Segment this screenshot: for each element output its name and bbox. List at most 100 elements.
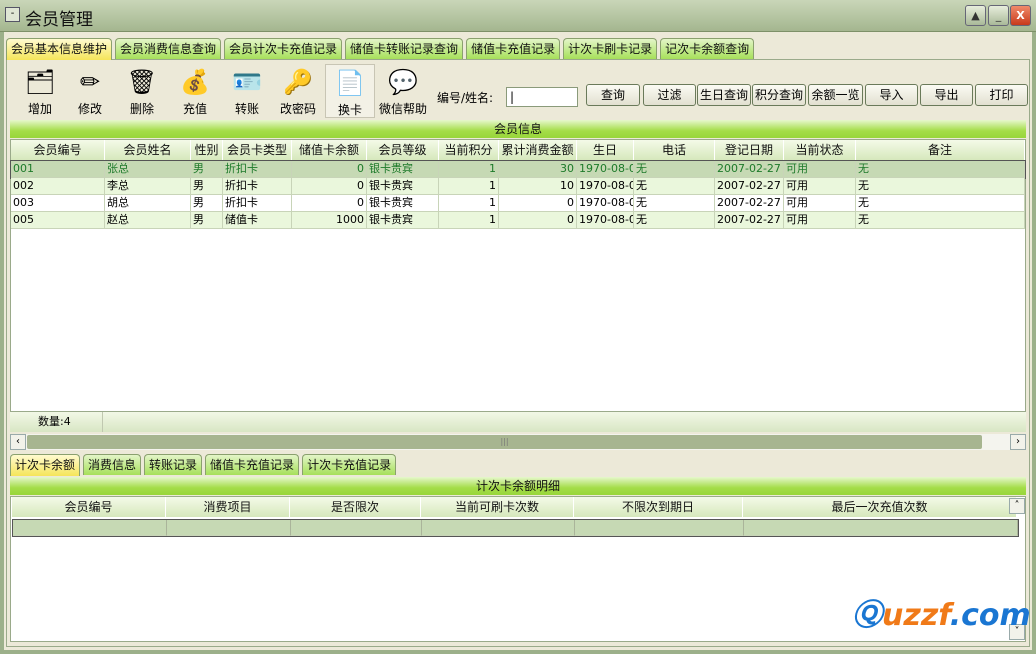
column-header[interactable]: 生日: [577, 140, 634, 160]
table-cell: 2007-02-27: [715, 178, 784, 195]
table-cell: 银卡贵宾: [367, 178, 439, 195]
column-header[interactable]: 会员卡类型: [223, 140, 292, 160]
scroll-thumb[interactable]: |||: [27, 435, 982, 449]
tab-transfer-query[interactable]: 储值卡转账记录查询: [345, 38, 464, 59]
toolbar-label: 微信帮助: [378, 102, 427, 116]
scroll-left-icon[interactable]: ‹: [10, 434, 26, 450]
table-cell: 1970-08-0: [577, 161, 634, 178]
edit-icon: ✏: [79, 68, 101, 96]
toolbar-button-5[interactable]: 🔑 改密码: [273, 64, 323, 118]
tab-stored-card-recharge[interactable]: 储值卡充值记录: [205, 454, 300, 475]
table-cell: 2007-02-27: [715, 212, 784, 229]
table-cell: 无: [634, 195, 715, 212]
export-button[interactable]: 导出: [920, 84, 973, 106]
print-button[interactable]: 打印: [975, 84, 1028, 106]
table-cell: 银卡贵宾: [367, 161, 439, 178]
close-button[interactable]: X: [1010, 5, 1031, 26]
table-cell: 0: [499, 212, 577, 229]
birthday-query-button[interactable]: 生日查询: [697, 84, 751, 106]
toolbar-button-4[interactable]: 🪪 转账: [222, 64, 272, 118]
column-header[interactable]: 当前状态: [784, 140, 856, 160]
column-header[interactable]: 会员编号: [12, 497, 166, 517]
toolbar-label: 修改: [77, 102, 102, 116]
document-icon: 📄: [335, 69, 365, 97]
toolbar-button-6[interactable]: 📄 换卡: [325, 64, 375, 118]
table-row[interactable]: 003 胡总男折扣卡 0 银卡贵宾 1 0 1970-08-0 无 2007-02-27 可用无: [11, 195, 1025, 212]
scroll-right-icon[interactable]: ›: [1010, 434, 1026, 450]
column-header[interactable]: 会员姓名: [105, 140, 191, 160]
table-cell: 001: [11, 161, 105, 178]
table-cell: 002: [11, 178, 105, 195]
column-header[interactable]: 性别: [191, 140, 223, 160]
table-cell: [291, 520, 422, 536]
watermark-logo: Ⓠuzzf.com: [852, 598, 1031, 633]
table-cell: 1000: [292, 212, 367, 229]
minimize-button[interactable]: _: [988, 5, 1009, 26]
table-cell: [167, 520, 291, 536]
tab-consume-info[interactable]: 消费信息: [83, 454, 142, 475]
toolbar-label: 充值: [182, 102, 207, 116]
import-button[interactable]: 导入: [865, 84, 918, 106]
column-header[interactable]: 会员编号: [11, 140, 105, 160]
tab-member-info[interactable]: 会员基本信息维护: [6, 38, 113, 60]
tab-count-card-swipe[interactable]: 计次卡刷卡记录: [563, 38, 658, 59]
column-header[interactable]: 不限次到期日: [574, 497, 743, 517]
toolbar-button-2[interactable]: 🗑 删除: [117, 64, 167, 118]
table-cell: 赵总: [105, 212, 191, 229]
members-table: 会员编号 会员姓名 性别 会员卡类型 储值卡余额 会员等级 当前积分 累计消费金额 生日 电话 登记…: [10, 139, 1026, 412]
table-cell: 无: [856, 178, 1025, 195]
toolbar-button-3[interactable]: 💰 充值: [170, 64, 220, 118]
balance-section-title: 计次卡余额明细: [10, 477, 1026, 495]
column-header[interactable]: 是否限次: [290, 497, 421, 517]
table-cell: 1: [439, 195, 499, 212]
table-row[interactable]: 005 赵总男储值卡 1000 银卡贵宾 1 0 1970-08-0 无 2007-02-27 可…: [11, 212, 1025, 229]
table-cell: 李总: [105, 178, 191, 195]
search-input[interactable]: |: [506, 87, 578, 107]
table-cell: [422, 520, 575, 536]
scroll-up-icon[interactable]: ˄: [1009, 498, 1025, 514]
tab-consume-query[interactable]: 会员消费信息查询: [115, 38, 222, 59]
column-header[interactable]: 消费项目: [166, 497, 290, 517]
column-header[interactable]: 备注: [856, 140, 1025, 160]
restore-button[interactable]: ▲: [965, 5, 986, 26]
table-cell: 无: [856, 161, 1025, 178]
tab-stored-recharge[interactable]: 储值卡充值记录: [466, 38, 561, 59]
table-cell: 无: [634, 212, 715, 229]
column-header[interactable]: 电话: [634, 140, 715, 160]
toolbar-button-7[interactable]: 💬 微信帮助: [378, 64, 428, 118]
filter-button[interactable]: 过滤: [643, 84, 696, 106]
column-header[interactable]: 会员等级: [367, 140, 439, 160]
toolbar-label: 改密码: [279, 102, 316, 116]
balance-overview-button[interactable]: 余额一览: [808, 84, 863, 106]
system-menu-icon[interactable]: -: [5, 7, 20, 22]
column-header[interactable]: 当前积分: [439, 140, 499, 160]
table-cell: 1970-08-0: [577, 212, 634, 229]
table-row[interactable]: 002 李总男折扣卡 0 银卡贵宾 1 10 1970-08-0 无 2007-02-27 可用无: [11, 178, 1025, 195]
table-cell: [744, 520, 1018, 536]
table-cell: 男: [191, 212, 223, 229]
table-cell: [13, 520, 167, 536]
tab-count-balance[interactable]: 记次卡余额查询: [660, 38, 755, 59]
column-header[interactable]: 储值卡余额: [292, 140, 367, 160]
toolbar-button-1[interactable]: ✏ 修改: [65, 64, 115, 118]
column-header[interactable]: 累计消费金额: [499, 140, 577, 160]
search-label: 编号/姓名:: [437, 91, 494, 105]
column-header[interactable]: 最后一次充值次数: [743, 497, 1017, 517]
toolbar-label: 转账: [234, 102, 259, 116]
points-query-button[interactable]: 积分查询: [752, 84, 806, 106]
query-button[interactable]: 查询: [586, 84, 640, 106]
empty-row[interactable]: [12, 519, 1019, 537]
horizontal-scrollbar[interactable]: ‹ ||| ›: [10, 434, 1026, 450]
table-cell: 0: [292, 195, 367, 212]
table-cell: 无: [856, 195, 1025, 212]
table-row[interactable]: 001 张总男折扣卡 0 银卡贵宾 1 30 1970-08-0 无 2007-02-27 可用无: [10, 160, 1026, 179]
tab-transfer-records[interactable]: 转账记录: [144, 454, 203, 475]
tab-count-card-recharge-records[interactable]: 计次卡充值记录: [302, 454, 397, 475]
tab-count-card-recharge[interactable]: 会员计次卡充值记录: [224, 38, 343, 59]
toolbar-label: 删除: [129, 102, 154, 116]
tab-count-card-balance[interactable]: 计次卡余额: [10, 454, 81, 476]
column-header[interactable]: 当前可刷卡次数: [421, 497, 574, 517]
column-header[interactable]: 登记日期: [715, 140, 784, 160]
toolbar-button-0[interactable]: 🗂 增加: [15, 64, 65, 118]
table-cell: [575, 520, 744, 536]
